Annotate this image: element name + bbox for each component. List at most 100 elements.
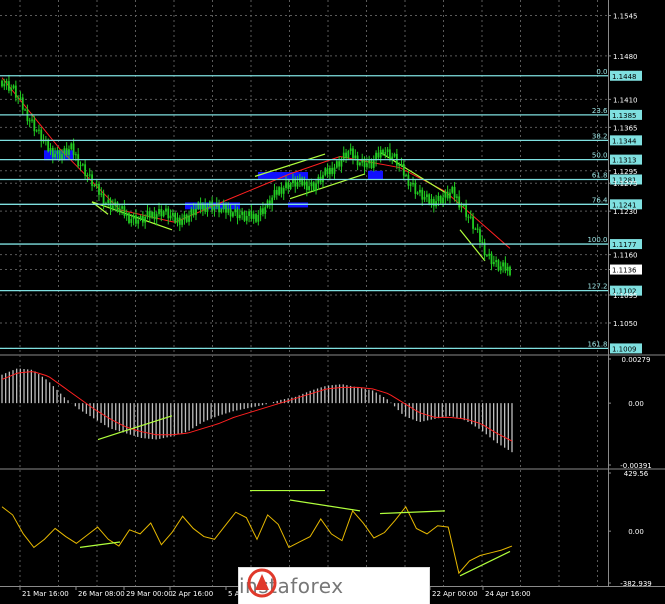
candle-body	[248, 211, 250, 217]
candle-body	[61, 154, 63, 160]
candle-body	[324, 168, 327, 176]
candle-body	[225, 204, 227, 213]
candle-body	[167, 208, 170, 219]
candle-body	[102, 193, 105, 205]
candle-body	[451, 186, 454, 193]
fib-percent-label: 38.2	[592, 132, 608, 140]
candle-body	[391, 156, 394, 160]
candle-body	[347, 151, 350, 158]
candle-body	[340, 159, 343, 167]
candle-body	[21, 97, 24, 110]
candle-body	[312, 182, 315, 191]
candle-body	[301, 177, 304, 186]
candle-body	[185, 214, 188, 222]
candle-body	[192, 209, 195, 216]
candle-body	[349, 148, 352, 152]
candle-body	[213, 206, 216, 211]
candle-body	[421, 189, 424, 200]
candle-body	[188, 215, 190, 222]
candle-body	[171, 213, 174, 216]
fib-price-label: 1.1177	[612, 241, 637, 249]
candle-body	[458, 196, 461, 208]
candle-body	[502, 262, 504, 267]
candle-body	[100, 193, 103, 195]
candle-body	[303, 181, 306, 186]
candle-body	[377, 152, 380, 158]
candle-body	[446, 191, 449, 199]
candle-body	[352, 148, 354, 159]
candle-body	[280, 187, 283, 194]
x-tick-label: 22 Apr 00:00	[432, 590, 478, 598]
candle-body	[315, 183, 317, 191]
y-tick-label: 1.1160	[613, 252, 638, 260]
candle-body	[444, 191, 447, 198]
candle-body	[465, 204, 468, 217]
candle-body	[74, 154, 77, 156]
y-tick-label: 1.1275	[613, 180, 638, 188]
candle-body	[206, 206, 209, 212]
fib-percent-label: 76.4	[592, 196, 608, 204]
candle-body	[70, 143, 73, 150]
fib-price-label: 1.1313	[612, 157, 637, 165]
candle-body	[232, 212, 234, 217]
candle-body	[24, 109, 26, 111]
candle-body	[488, 253, 491, 256]
fib-price-label: 1.1344	[612, 137, 637, 145]
trend-line	[459, 229, 486, 262]
candle-body	[474, 228, 477, 230]
candle-body	[51, 148, 54, 158]
candle-body	[460, 206, 463, 208]
cci-divergence-line	[379, 510, 446, 515]
candle-body	[95, 183, 98, 186]
candle-body	[257, 215, 260, 222]
candle-body	[333, 167, 336, 174]
candle-body	[31, 119, 33, 121]
candle-body	[33, 119, 36, 132]
fib-percent-label: 161.8	[587, 340, 607, 348]
candle-body	[227, 208, 230, 213]
candle-body	[479, 229, 481, 242]
candle-body	[289, 183, 292, 189]
x-tick-label: 21 Mar 16:00	[22, 590, 69, 598]
candle-body	[28, 120, 31, 122]
candle-body	[405, 174, 407, 176]
candle-body	[262, 208, 264, 214]
candle-body	[158, 209, 160, 215]
candle-body	[195, 208, 197, 216]
candle-body	[492, 262, 495, 265]
candle-body	[287, 182, 290, 189]
candle-body	[199, 202, 202, 210]
candle-body	[160, 209, 163, 217]
candle-body	[137, 219, 140, 224]
candle-body	[506, 266, 509, 271]
candle-body	[58, 150, 61, 160]
x-tick-label: 26 Mar 08:00	[78, 590, 125, 598]
chart-canvas[interactable]: 0.0 1.1448 23.6 1.1385 38.2 1.1344 50.0 1.1313 6…	[0, 0, 665, 604]
candle-body	[174, 213, 177, 223]
candle-body	[317, 176, 320, 184]
candle-body	[425, 194, 428, 197]
fib-price-label: 1.1385	[612, 112, 637, 120]
candle-body	[132, 215, 135, 220]
candle-body	[8, 81, 10, 91]
cci-divergence-line	[79, 541, 121, 548]
candle-body	[93, 185, 96, 187]
candle-body	[453, 186, 456, 198]
candle-body	[504, 262, 507, 271]
candle-body	[72, 143, 75, 156]
candle-body	[86, 175, 89, 177]
candle-body	[165, 208, 167, 212]
fib-percent-label: 0.0	[596, 68, 607, 76]
candle-body	[121, 206, 123, 209]
candle-body	[65, 148, 68, 155]
candle-body	[236, 209, 239, 219]
candle-body	[285, 182, 287, 189]
candle-body	[430, 198, 433, 205]
candle-body	[409, 184, 412, 186]
candle-body	[278, 187, 280, 195]
cci-tick-label: 0.00	[628, 528, 644, 536]
candle-body	[359, 162, 361, 166]
cci-divergence-line	[289, 499, 361, 512]
instaforex-logo-icon	[247, 568, 277, 598]
candle-body	[400, 163, 403, 165]
